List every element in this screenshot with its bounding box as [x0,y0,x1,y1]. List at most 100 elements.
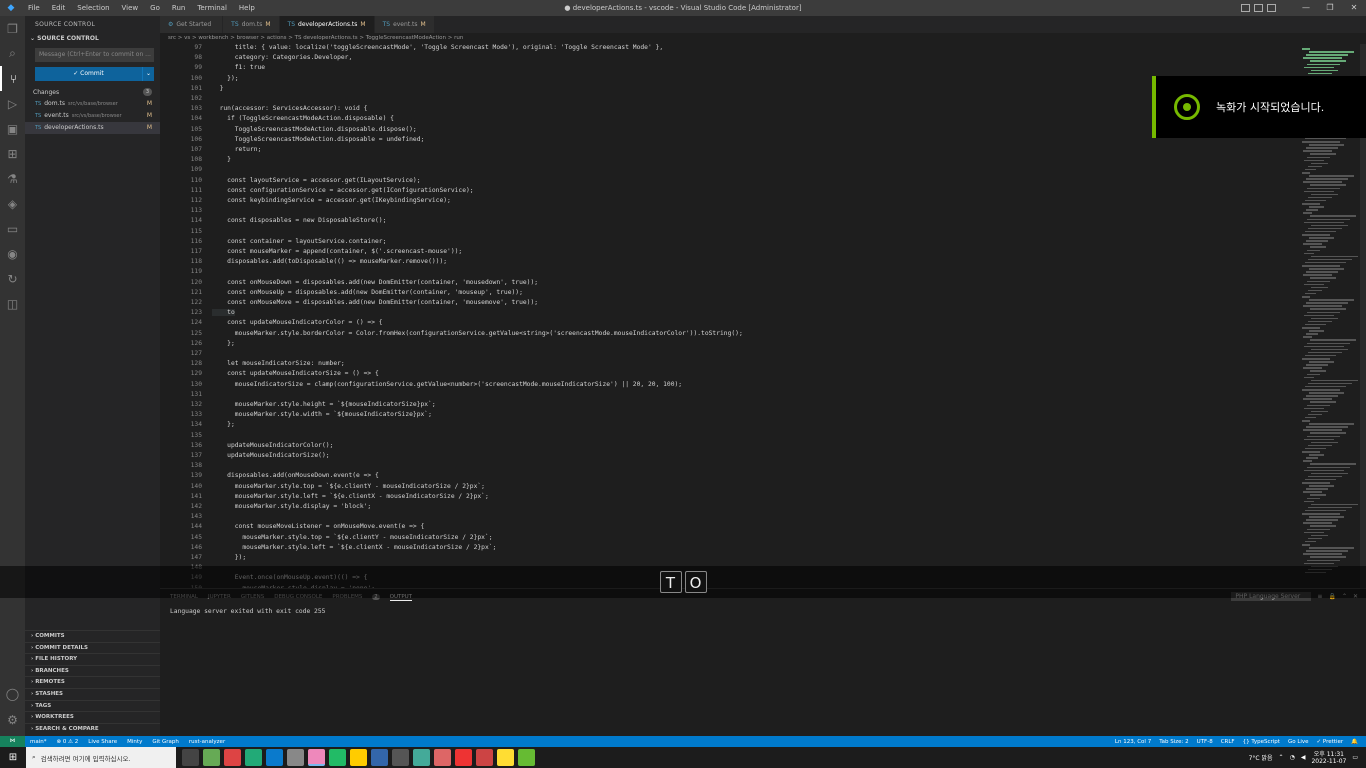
live-share-icon[interactable]: ↻ [0,266,25,291]
commit-button[interactable]: ✓ Commit ⌄ [35,67,154,81]
code-line[interactable]: category: Categories.Developer, [212,54,353,61]
search-icon[interactable]: ⌕ [0,41,25,66]
maximize-button[interactable]: ❐ [1318,0,1342,16]
code-line[interactable]: const onMouseMove = disposables.add(new … [212,299,538,306]
code-line[interactable]: const keybindingService = accessor.get(I… [212,197,451,204]
chrome-icon[interactable] [224,749,241,766]
extensions-icon[interactable]: ⊞ [0,141,25,166]
terminal-icon[interactable]: ▭ [0,216,25,241]
menu-item-go[interactable]: Go [144,4,166,12]
bell-icon[interactable]: 🔔 [1347,739,1362,745]
terminal-app-icon[interactable] [371,749,388,766]
status-left-item[interactable]: rust-analyzer [184,739,230,745]
code-line[interactable]: mouseMarker.style.width = `${mouseIndica… [212,411,432,418]
app-red-icon[interactable] [455,749,472,766]
menu-item-selection[interactable]: Selection [71,4,115,12]
code-line[interactable]: const updateMouseIndicatorColor = () => … [212,319,382,326]
code-line[interactable]: mouseMarker.style.top = `${e.clientY - m… [212,534,492,541]
code-line[interactable]: } [212,85,224,92]
code-editor[interactable]: 97 title: { value: localize('toggleScree… [160,44,1300,588]
code-line[interactable]: f1: true [212,64,265,71]
files-icon[interactable]: ❐ [0,16,25,41]
chrome-dev-icon[interactable] [434,749,451,766]
notifications-icon[interactable]: ▭ [1352,754,1358,761]
gitlens-section-commit-details[interactable]: › COMMIT DETAILS [25,641,160,654]
changes-header[interactable]: Changes 3 [25,87,160,98]
code-line[interactable]: mouseMarker.style.height = `${mouseIndic… [212,401,436,408]
vscode-icon[interactable] [308,749,325,766]
close-button[interactable]: ✕ [1342,0,1366,16]
kakaotalk-icon[interactable] [497,749,514,766]
source-control-section[interactable]: ⌄ SOURCE CONTROL [25,33,160,45]
menu-item-edit[interactable]: Edit [46,4,72,12]
code-line[interactable]: ToggleScreencastModeAction.disposable.di… [212,126,417,133]
code-line[interactable]: }); [212,75,238,82]
status-right-item[interactable]: Ln 123, Col 7 [1111,739,1155,745]
menu-item-run[interactable]: Run [166,4,191,12]
ie-icon[interactable] [350,749,367,766]
status-right-item[interactable]: Tab Size: 2 [1155,739,1192,745]
commit-message-input[interactable]: Message (Ctrl+Enter to commit on ... [35,48,154,62]
volume-icon[interactable]: ◀ [1301,754,1306,761]
gitlens-section-worktrees[interactable]: › WORKTREES [25,711,160,723]
gitlens-section-tags[interactable]: › TAGS [25,699,160,712]
editor-tab[interactable]: TS event.ts M [374,16,435,33]
changed-file-item[interactable]: TS developerActions.ts M [25,122,160,134]
gitlens-section-remotes[interactable]: › REMOTES [25,676,160,688]
menu-item-file[interactable]: File [22,4,46,12]
code-line[interactable]: run(accessor: ServicesAccessor): void { [212,105,368,112]
toggle-sidebar-icon[interactable] [1241,4,1250,12]
remote-icon[interactable]: ⋈ [0,736,25,747]
code-line[interactable]: } [212,156,231,163]
code-line[interactable]: const layoutService = accessor.get(ILayo… [212,177,420,184]
breadcrumb[interactable]: src > vs > workbench > browser > actions… [160,33,1366,44]
status-left-item[interactable]: Live Share [83,739,122,745]
taskbar-search[interactable]: ⌕ 검색하려면 여기에 입력하십시오. [26,747,176,768]
browser-icon[interactable]: ◫ [0,291,25,316]
code-line[interactable]: to [212,309,235,317]
windows-start-icon[interactable]: ⊞ [0,752,26,763]
code-line[interactable]: const onMouseUp = disposables.add(new Do… [212,289,523,296]
status-left-item[interactable]: ⊗ 0 ⚠ 2 [52,739,84,745]
code-line[interactable]: const disposables = new DisposableStore(… [212,217,386,224]
gitlens-section-file-history[interactable]: › FILE HISTORY [25,653,160,665]
edge-icon[interactable] [266,749,283,766]
code-line[interactable]: disposables.add(onMouseDown.event(e => { [212,472,379,479]
status-right-item[interactable]: UTF-8 [1193,739,1217,745]
code-line[interactable]: return; [212,146,262,153]
gitlens-section-stashes[interactable]: › STASHES [25,687,160,700]
code-line[interactable]: mouseMarker.style.display = 'block'; [212,503,372,510]
store-icon[interactable] [245,749,262,766]
code-line[interactable]: disposables.add(toDisposable(() => mouse… [212,258,447,265]
status-right-item[interactable]: ✓ Prettier [1313,739,1348,745]
gitlens-section-branches[interactable]: › BRANCHES [25,664,160,677]
menu-item-terminal[interactable]: Terminal [191,4,233,12]
status-left-item[interactable]: main* [25,739,52,745]
editor-tab[interactable]: TS developerActions.ts M [279,16,375,33]
clock[interactable]: 오후 11:31 2022-11-07 [1311,751,1346,765]
chevron-up-icon[interactable]: ⌃ [1279,754,1284,761]
gitlens-icon[interactable]: ◉ [0,241,25,266]
code-line[interactable]: const mouseMarker = append(container, $(… [212,248,462,255]
mail-icon[interactable] [287,749,304,766]
code-line[interactable]: if (ToggleScreencastModeAction.disposabl… [212,115,394,122]
toggle-secondary-sidebar-icon[interactable] [1267,4,1276,12]
code-line[interactable]: const updateMouseIndicatorSize = () => { [212,370,379,377]
discord-icon[interactable] [413,749,430,766]
network-icon[interactable]: ◔ [1290,754,1295,761]
testing-icon[interactable]: ⚗ [0,166,25,191]
code-line[interactable]: let mouseIndicatorSize: number; [212,360,345,367]
code-line[interactable]: }; [212,421,235,428]
source-control-icon[interactable]: ⑂ [0,66,25,91]
code-line[interactable]: const mouseMoveListener = onMouseMove.ev… [212,523,425,530]
app-icon[interactable] [392,749,409,766]
code-line[interactable]: const configurationService = accessor.ge… [212,187,473,194]
status-right-item[interactable]: CRLF [1217,739,1239,745]
chevron-down-icon[interactable]: ⌄ [142,67,154,81]
code-line[interactable]: title: { value: localize('toggleScreenca… [212,44,663,51]
status-left-item[interactable]: Git Graph [147,739,184,745]
editor-tab[interactable]: ⚙ Get Started [160,16,224,33]
code-line[interactable]: updateMouseIndicatorColor(); [212,442,333,449]
code-line[interactable]: mouseMarker.style.left = `${e.clientX - … [212,493,489,500]
run-debug-icon[interactable]: ▷ [0,91,25,116]
